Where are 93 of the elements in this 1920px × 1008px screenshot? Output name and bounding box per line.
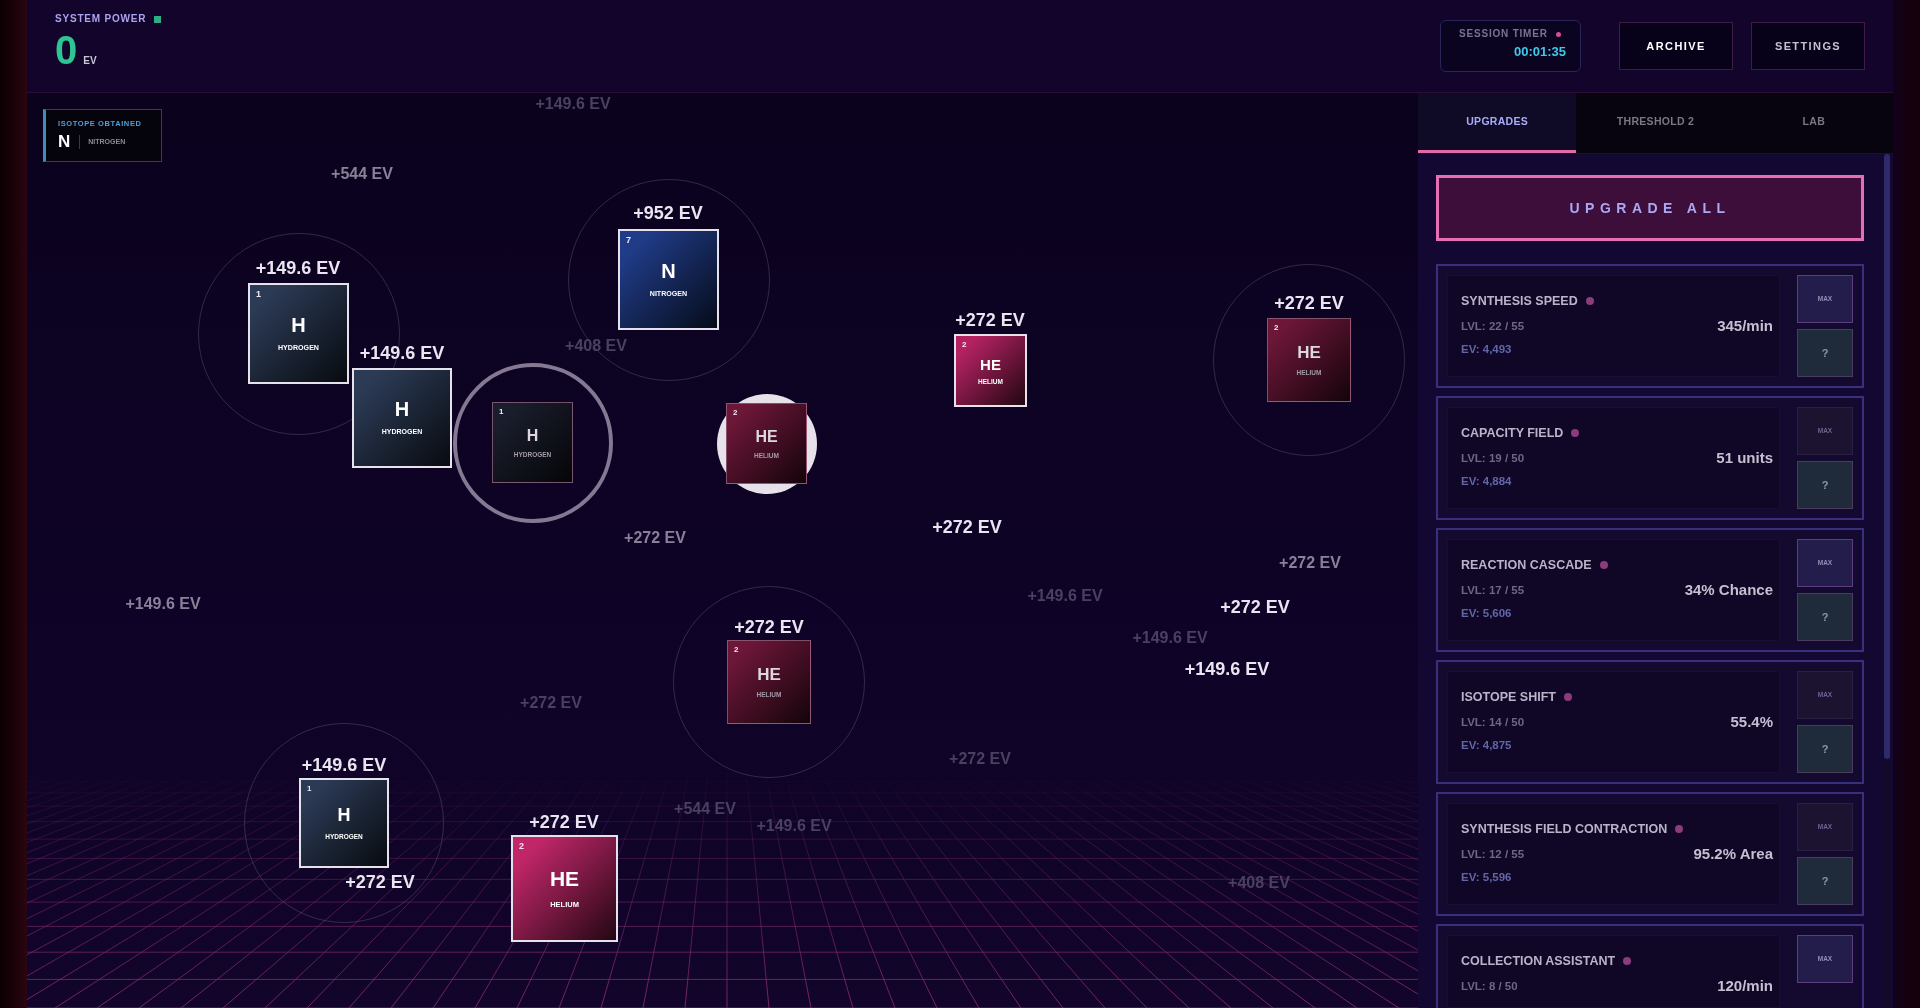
toast-symbol: N <box>58 132 71 152</box>
element-symbol: H <box>526 427 539 445</box>
upgrade-cost: EV: 4,493 <box>1461 342 1512 356</box>
element-symbol: H <box>394 398 410 420</box>
energy-gain-text: +272 EV <box>624 528 686 548</box>
help-button[interactable]: ? <box>1797 857 1853 905</box>
upgrade-value: 34% Chance <box>1684 581 1773 599</box>
upgrade-cost: EV: 4,875 <box>1461 738 1512 752</box>
energy-gain-text: +149.6 EV <box>359 343 445 363</box>
energy-gain-text: +149.6 EV <box>535 94 611 114</box>
atomic-number: 1 <box>256 290 261 299</box>
upgrade-level: LVL: 12 / 55 <box>1461 847 1525 861</box>
nav-button[interactable]: SETTINGS <box>1751 22 1865 70</box>
power-label: SYSTEM POWER <box>55 13 147 25</box>
upgrade-cost: EV: 5,596 <box>1461 870 1512 884</box>
atomic-number: 7 <box>626 236 631 245</box>
element-symbol: H <box>337 806 351 826</box>
energy-gain-text: +149.6 EV <box>1027 586 1103 606</box>
atomic-number: 1 <box>307 785 312 793</box>
status-dot-icon <box>1585 297 1594 305</box>
status-dot-icon <box>1555 31 1561 37</box>
upgrade-level: LVL: 14 / 50 <box>1461 715 1525 729</box>
atomic-number: 2 <box>962 341 967 349</box>
energy-gain-text: +272 EV <box>1274 293 1344 313</box>
element-symbol: HE <box>755 428 778 446</box>
energy-gain-text: +272 EV <box>955 310 1025 330</box>
element-symbol: HE <box>757 666 781 684</box>
upgrade-value: 120/min <box>1717 977 1773 995</box>
energy-gain-text: +272 EV <box>520 693 582 713</box>
atomic-number: 2 <box>1274 324 1279 332</box>
element-symbol: HE <box>1297 344 1321 362</box>
upgrade-value: 345/min <box>1717 317 1773 335</box>
energy-gain-text: +272 EV <box>949 749 1011 769</box>
upgrade-name: ISOTOPE SHIFT <box>1461 689 1556 705</box>
energy-gain-text: +149.6 EV <box>756 816 832 836</box>
energy-gain-text: +149.6 EV <box>125 594 201 614</box>
atomic-number: 1 <box>499 408 504 416</box>
upgrade-name: SYNTHESIS FIELD CONTRACTION <box>1461 821 1668 837</box>
upgrade-level: LVL: 19 / 50 <box>1461 451 1525 465</box>
energy-gain-text: +544 EV <box>331 164 393 184</box>
upgrade-name: REACTION CASCADE <box>1461 557 1592 573</box>
status-dot-icon <box>1599 561 1608 569</box>
energy-gain-text: +408 EV <box>1228 873 1290 893</box>
upgrade-value: 55.4% <box>1730 713 1773 731</box>
energy-gain-text: +149.6 EV <box>301 755 387 775</box>
energy-gain-text: +272 EV <box>1220 597 1290 617</box>
atomic-number: 2 <box>734 646 739 654</box>
atomic-number: 2 <box>519 842 524 851</box>
element-symbol: N <box>661 260 676 282</box>
element-symbol: H <box>291 314 306 336</box>
energy-gain-text: +272 EV <box>529 812 599 832</box>
timer-label: SESSION TIMER <box>1459 28 1548 40</box>
timer-value: 00:01:35 <box>1513 44 1566 60</box>
power-value: 0 <box>55 33 78 67</box>
element-symbol: HE <box>549 868 580 891</box>
upgrade-level: LVL: 17 / 55 <box>1461 583 1525 597</box>
energy-gain-text: +272 EV <box>1279 553 1341 573</box>
energy-gain-text: +544 EV <box>674 799 736 819</box>
atomic-number: 2 <box>733 409 738 417</box>
tab[interactable]: UPGRADES <box>1418 93 1577 153</box>
energy-gain-text: +272 EV <box>345 872 415 892</box>
element-symbol: HE <box>980 357 1001 373</box>
upgrade-level: LVL: 8 / 50 <box>1461 979 1518 993</box>
nav-button[interactable]: ARCHIVE <box>1619 22 1733 70</box>
upgrade-value: 95.2% Area <box>1693 845 1773 863</box>
status-dot-icon <box>1571 429 1580 437</box>
energy-gain-text: +149.6 EV <box>1184 659 1270 679</box>
upgrade-name: CAPACITY FIELD <box>1461 425 1564 441</box>
status-dot-icon <box>1675 825 1684 833</box>
energy-gain-text: +272 EV <box>734 617 804 637</box>
upgrade-cost: EV: 5,606 <box>1461 606 1512 620</box>
upgrade-all-button[interactable]: UPGRADE ALL <box>1436 175 1864 241</box>
energy-gain-text: +149.6 EV <box>1132 628 1208 648</box>
upgrade-level: LVL: 22 / 55 <box>1461 319 1525 333</box>
upgrade-name: SYNTHESIS SPEED <box>1461 293 1578 309</box>
upgrade-cost: EV: 4,884 <box>1461 474 1512 488</box>
help-button[interactable]: ? <box>1797 725 1853 773</box>
energy-gain-text: +272 EV <box>932 517 1002 537</box>
scrollbar-thumb[interactable] <box>1884 154 1890 759</box>
help-button[interactable]: ? <box>1797 593 1853 641</box>
status-square-icon <box>154 15 162 23</box>
status-dot-icon <box>1623 957 1632 965</box>
help-button[interactable]: ? <box>1797 329 1853 377</box>
tab[interactable]: THRESHOLD 2 <box>1576 93 1735 153</box>
tab[interactable]: LAB <box>1734 93 1893 153</box>
energy-gain-text: +149.6 EV <box>255 258 341 278</box>
status-dot-icon <box>1563 693 1572 701</box>
upgrade-name: COLLECTION ASSISTANT <box>1461 953 1616 969</box>
upgrade-value: 51 units <box>1716 449 1773 467</box>
energy-gain-text: +408 EV <box>565 336 627 356</box>
help-button[interactable]: ? <box>1797 461 1853 509</box>
power-unit: EV <box>83 55 97 67</box>
energy-gain-text: +952 EV <box>633 203 703 223</box>
